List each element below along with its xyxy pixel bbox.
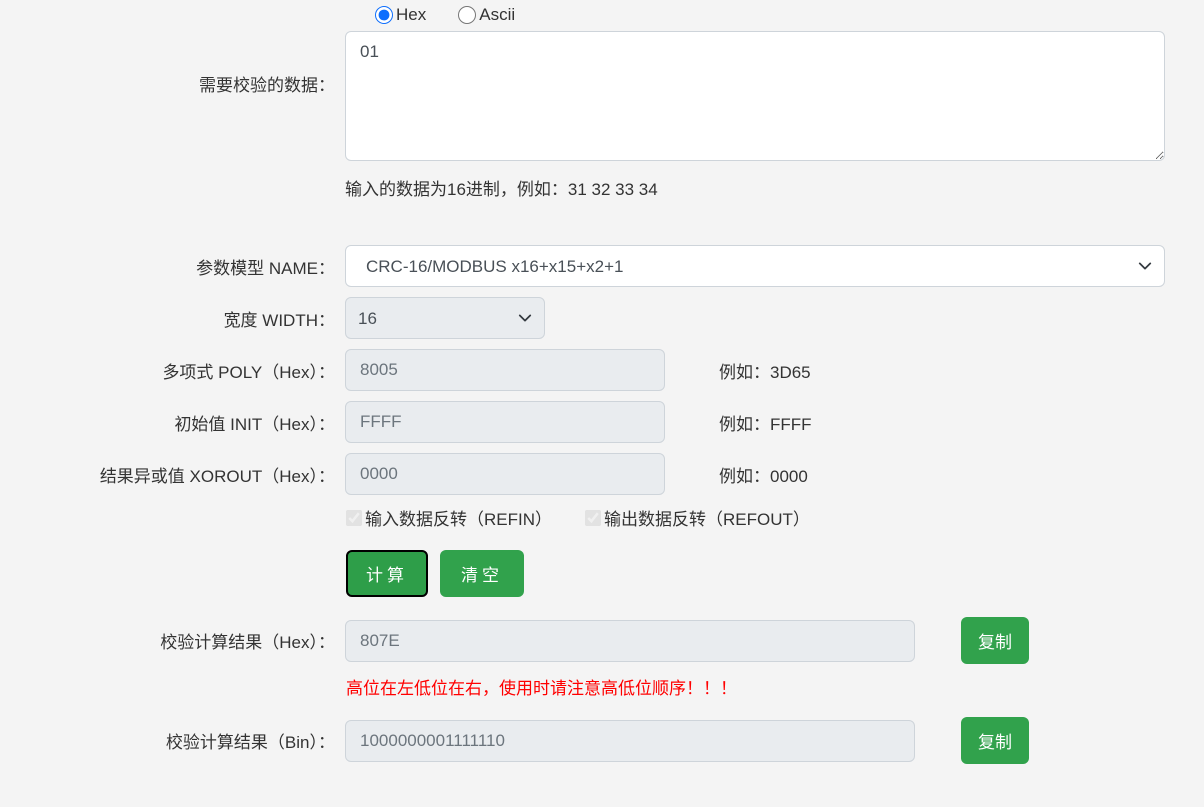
result-hex-label: 校验计算结果（Hex）： bbox=[15, 628, 345, 653]
refout-label: 输出数据反转（REFOUT） bbox=[604, 505, 810, 530]
input-data-textarea[interactable]: 01 bbox=[345, 31, 1165, 161]
poly-input bbox=[345, 349, 665, 391]
init-input bbox=[345, 401, 665, 443]
result-bin-label: 校验计算结果（Bin）： bbox=[15, 728, 345, 753]
radio-hex[interactable] bbox=[375, 6, 393, 24]
refin-label: 输入数据反转（REFIN） bbox=[365, 505, 552, 530]
xorout-input bbox=[345, 453, 665, 495]
poly-example: 例如：3D65 bbox=[719, 358, 811, 383]
model-label: 参数模型 NAME： bbox=[15, 254, 345, 279]
radio-ascii[interactable] bbox=[458, 6, 476, 24]
clear-button[interactable]: 清空 bbox=[440, 550, 524, 597]
result-hex-warning: 高位在左低位在右，使用时请注意高低位顺序！！！ bbox=[346, 674, 1189, 699]
model-select[interactable]: CRC-16/MODBUS x16+x15+x2+1 bbox=[345, 245, 1165, 287]
radio-ascii-label[interactable]: Ascii bbox=[479, 5, 515, 25]
radio-hex-label[interactable]: Hex bbox=[396, 5, 426, 25]
xorout-label: 结果异或值 XOROUT（Hex）： bbox=[15, 462, 345, 487]
copy-hex-button[interactable]: 复制 bbox=[961, 617, 1029, 664]
init-label: 初始值 INIT（Hex）： bbox=[15, 410, 345, 435]
input-data-hint: 输入的数据为16进制，例如：31 32 33 34 bbox=[345, 175, 1189, 200]
xorout-example: 例如：0000 bbox=[719, 462, 808, 487]
calculate-button[interactable]: 计算 bbox=[346, 550, 428, 597]
copy-bin-button[interactable]: 复制 bbox=[961, 717, 1029, 764]
result-hex-input bbox=[345, 620, 915, 662]
result-bin-input bbox=[345, 720, 915, 762]
poly-label: 多项式 POLY（Hex）： bbox=[15, 358, 345, 383]
input-data-label: 需要校验的数据： bbox=[15, 31, 345, 96]
refout-checkbox bbox=[585, 510, 601, 526]
init-example: 例如：FFFF bbox=[719, 410, 812, 435]
width-select[interactable]: 16 bbox=[345, 297, 545, 339]
refin-checkbox bbox=[346, 510, 362, 526]
width-label: 宽度 WIDTH： bbox=[15, 306, 345, 331]
